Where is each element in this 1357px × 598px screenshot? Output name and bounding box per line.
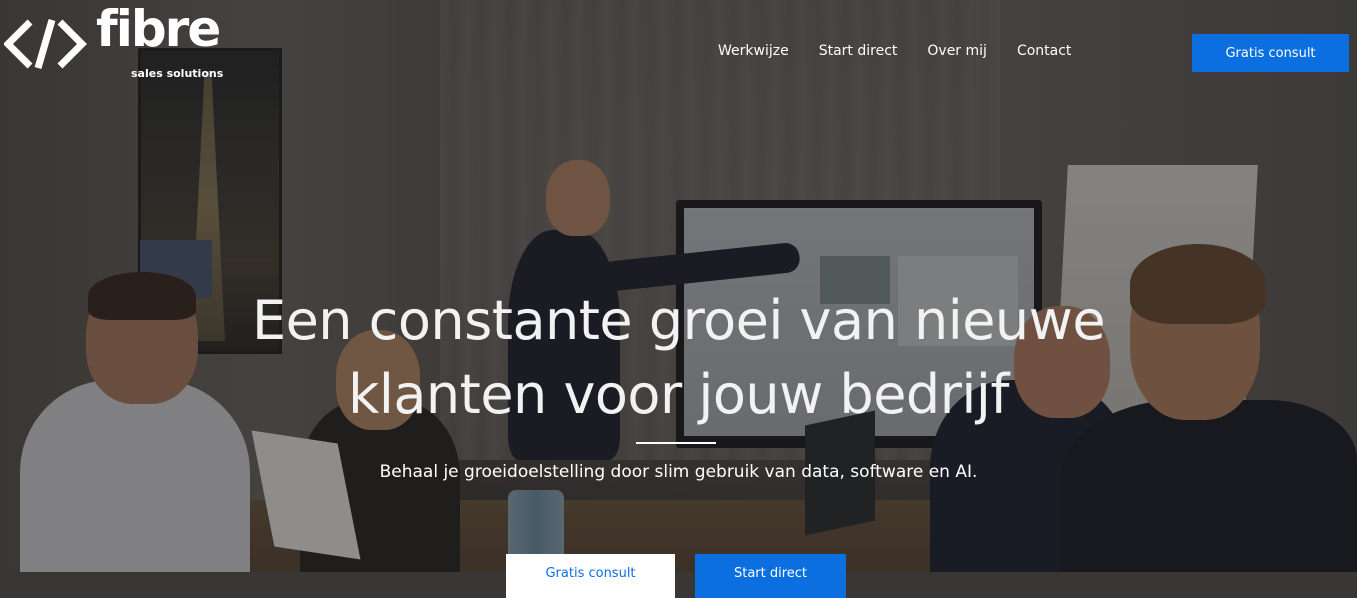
hero-title: Een constante groei van nieuwe klanten v…: [0, 284, 1357, 432]
hero-subtitle: Behaal je groeidoelstelling door slim ge…: [379, 462, 978, 482]
hero-start-direct-button[interactable]: Start direct: [695, 554, 846, 598]
hero-title-line-1: Een constante groei van nieuwe: [251, 289, 1106, 352]
main-nav: Werkwijze Start direct Over mij Contact: [718, 43, 1071, 59]
hero-divider: [636, 442, 716, 444]
nav-item-werkwijze[interactable]: Werkwijze: [718, 43, 789, 59]
hero-consult-button[interactable]: Gratis consult: [506, 554, 675, 598]
header-cta-button[interactable]: Gratis consult: [1192, 34, 1349, 72]
nav-item-start-direct[interactable]: Start direct: [819, 43, 898, 59]
code-brackets-icon: [3, 18, 88, 74]
logo-wordmark: fibre: [96, 0, 221, 58]
nav-item-over-mij[interactable]: Over mij: [927, 43, 987, 59]
nav-item-contact[interactable]: Contact: [1017, 43, 1071, 59]
logo-tagline: sales solutions: [131, 67, 224, 80]
hero-title-line-2: klanten voor jouw bedrijf: [348, 363, 1009, 426]
site-header: fibre sales solutions Werkwijze Start di…: [0, 0, 1357, 106]
logo-link[interactable]: fibre sales solutions: [3, 4, 244, 86]
